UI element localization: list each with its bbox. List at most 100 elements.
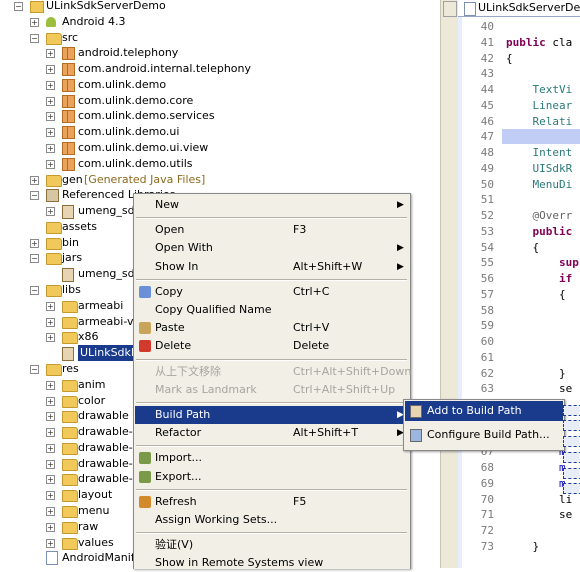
expand-icon[interactable]: + xyxy=(46,443,55,453)
tree-item-label: layout xyxy=(78,488,113,502)
code-line[interactable]: se xyxy=(506,508,572,521)
tree-item[interactable]: + gen [Generated Java Files] xyxy=(0,172,440,188)
expand-icon[interactable]: + xyxy=(30,17,39,27)
tree-item-label: color xyxy=(78,393,106,407)
collapse-icon[interactable]: − xyxy=(30,286,39,296)
expand-icon[interactable]: + xyxy=(46,522,55,532)
tree-item[interactable]: + com.ulink.demo xyxy=(0,77,440,93)
menu-item-label: Assign Working Sets... xyxy=(155,513,278,526)
code-line[interactable]: @Overr xyxy=(506,209,572,222)
expand-icon[interactable]: + xyxy=(30,238,39,248)
menu-item-assign-working-sets[interactable]: Assign Working Sets... xyxy=(135,511,409,529)
expand-icon[interactable]: + xyxy=(46,412,55,422)
expand-icon[interactable]: + xyxy=(46,112,55,122)
tree-item[interactable]: + com.ulink.demo.ui xyxy=(0,124,440,140)
tree-item[interactable]: + com.ulink.demo.ui.view xyxy=(0,140,440,156)
code-line[interactable]: } xyxy=(506,540,539,553)
submenu-item-add-to-build-path[interactable]: Add to Build Path xyxy=(405,401,563,421)
menu-item-paste[interactable]: Paste Ctrl+V xyxy=(135,319,409,337)
menu-item-delete[interactable]: Delete Delete xyxy=(135,337,409,355)
tree-item[interactable]: + com.android.internal.telephony xyxy=(0,61,440,77)
occurrence-marker xyxy=(563,483,580,494)
tree-item[interactable]: + com.ulink.demo.utils xyxy=(0,156,440,172)
menu-item-open[interactable]: Open F3 xyxy=(135,221,409,239)
collapse-icon[interactable]: − xyxy=(30,33,39,43)
code-line[interactable]: if xyxy=(506,272,572,285)
expand-icon[interactable]: + xyxy=(46,538,55,548)
code-line[interactable]: } xyxy=(506,367,566,380)
code-line[interactable]: { xyxy=(506,288,566,301)
tree-item-label: com.ulink.demo.ui.view xyxy=(78,141,209,155)
expand-icon[interactable]: + xyxy=(46,317,55,327)
folder-icon xyxy=(62,332,78,345)
expand-icon[interactable]: + xyxy=(30,175,39,185)
expand-icon[interactable]: + xyxy=(46,65,55,75)
expand-icon[interactable]: + xyxy=(46,333,55,343)
folder-icon xyxy=(62,395,78,408)
code-line[interactable]: se xyxy=(506,382,572,395)
tree-item-label: ULinkSdkServerDemo xyxy=(46,0,166,12)
code-line[interactable]: TextVi xyxy=(506,83,572,96)
menu-item-refactor[interactable]: Refactor Alt+Shift+T ▶ xyxy=(135,424,409,442)
expand-icon[interactable]: + xyxy=(46,159,55,169)
tree-item[interactable]: − ULinkSdkServerDemo xyxy=(0,0,440,14)
line-number: 44 xyxy=(480,83,494,96)
code-line[interactable]: sup xyxy=(506,256,579,269)
code-line[interactable]: { xyxy=(506,241,539,254)
expand-icon[interactable]: + xyxy=(46,207,55,217)
menu-item-import[interactable]: Import... xyxy=(135,449,409,467)
editor-tab[interactable]: ULinkSdkServerDemo xyxy=(458,0,580,17)
expand-icon[interactable]: + xyxy=(46,96,55,106)
code-line[interactable]: Intent xyxy=(506,146,572,159)
explorer-scrollbar[interactable] xyxy=(440,0,459,568)
menu-item-copy[interactable]: Copy Ctrl+C xyxy=(135,283,409,301)
expand-icon[interactable]: + xyxy=(46,491,55,501)
menu-item-refresh[interactable]: Refresh F5 xyxy=(135,493,409,511)
menu-item-open-with[interactable]: Open With ▶ xyxy=(135,239,409,257)
expand-icon[interactable]: + xyxy=(46,49,55,59)
tree-item[interactable]: + com.ulink.demo.services xyxy=(0,108,440,124)
menu-item-v[interactable]: 验证(V) xyxy=(135,536,409,554)
code-line[interactable]: public cla xyxy=(506,36,572,49)
line-number: 47 xyxy=(480,130,494,144)
menu-item-shortcut: Alt+Shift+W xyxy=(293,259,363,273)
code-line[interactable]: MenuDi xyxy=(506,178,572,191)
submenu-item-configure-build-path[interactable]: Configure Build Path... xyxy=(405,425,563,445)
collapse-icon[interactable]: − xyxy=(30,254,39,264)
menu-item-label: 从上下文移除 xyxy=(155,364,221,378)
collapse-icon[interactable]: − xyxy=(14,2,23,11)
tree-item[interactable]: + com.ulink.demo.core xyxy=(0,93,440,109)
expand-icon[interactable]: + xyxy=(46,475,55,485)
expand-icon[interactable]: + xyxy=(46,396,55,406)
menu-item-export[interactable]: Export... xyxy=(135,468,409,486)
expand-icon[interactable]: + xyxy=(46,80,55,90)
expand-icon[interactable]: + xyxy=(46,144,55,154)
android-library-icon xyxy=(46,16,56,27)
code-line[interactable]: li xyxy=(506,493,572,506)
code-line[interactable]: UISdkR xyxy=(506,162,572,175)
scroll-up-button[interactable] xyxy=(443,1,457,17)
expand-icon[interactable]: + xyxy=(46,301,55,311)
menu-item-shortcut: Delete xyxy=(293,339,330,353)
tree-item[interactable]: + Android 4.3 xyxy=(0,14,440,30)
menu-item-new[interactable]: New ▶ xyxy=(135,196,409,214)
expand-icon[interactable]: + xyxy=(46,459,55,469)
code-line[interactable]: public xyxy=(506,225,573,238)
expand-icon[interactable]: + xyxy=(46,128,55,138)
expand-icon[interactable]: + xyxy=(46,428,55,438)
code-line[interactable]: Relati xyxy=(506,115,572,128)
collapse-icon[interactable]: − xyxy=(30,364,39,374)
tree-item-label: android.telephony xyxy=(78,46,179,60)
code-line[interactable]: Linear xyxy=(506,99,572,112)
tree-item[interactable]: + android.telephony xyxy=(0,45,440,61)
expand-icon[interactable]: + xyxy=(46,380,55,390)
tree-item[interactable]: − src xyxy=(0,30,440,46)
menu-item-build-path[interactable]: Build Path ▶ xyxy=(135,406,409,424)
collapse-icon[interactable]: − xyxy=(30,191,39,201)
menu-item-copy-qualified-name[interactable]: Copy Qualified Name xyxy=(135,301,409,319)
menu-item-show-in-remote-systems-view[interactable]: Show in Remote Systems view xyxy=(135,554,409,572)
menu-item-show-in[interactable]: Show In Alt+Shift+W ▶ xyxy=(135,258,409,276)
line-number-gutter: 40 41 42 43 44 45 46 47 48 49 50 51 52 53 54 55 56 57 58 59… xyxy=(458,17,500,568)
code-line[interactable]: { xyxy=(506,52,513,65)
expand-icon[interactable]: + xyxy=(46,506,55,516)
